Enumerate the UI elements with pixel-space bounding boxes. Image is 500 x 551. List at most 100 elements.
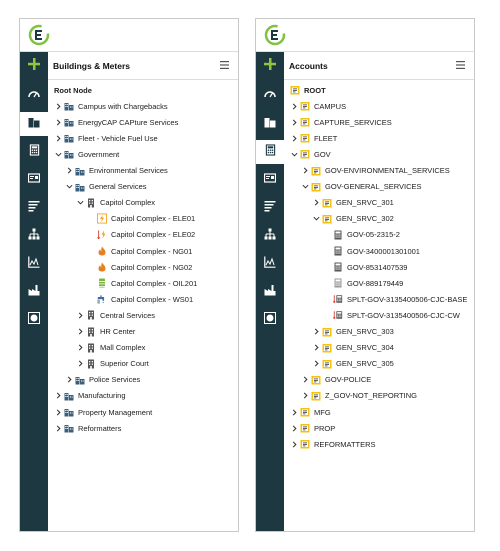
chevron-right-icon[interactable] [54, 134, 62, 142]
chevron-right-icon[interactable] [312, 328, 320, 336]
tree-node[interactable]: Central Services [48, 307, 238, 323]
nav-org-chart-button[interactable] [20, 224, 48, 248]
tree-node[interactable]: General Services [48, 179, 238, 195]
chevron-right-icon[interactable] [76, 311, 84, 319]
tree-node[interactable]: Capitol Complex - WS01 [48, 291, 238, 307]
tree-node[interactable]: REFORMATTERS [284, 436, 474, 452]
tree-node[interactable]: GEN_SRVC_302 [284, 211, 474, 227]
chevron-down-icon[interactable] [301, 183, 309, 191]
tree-node[interactable]: GOV-POLICE [284, 372, 474, 388]
chevron-right-icon[interactable] [290, 134, 298, 142]
tree-node[interactable]: Government [48, 146, 238, 162]
nav-globe-button[interactable] [256, 308, 284, 332]
chevron-right-icon[interactable] [54, 392, 62, 400]
energycap-logo-icon[interactable] [264, 24, 286, 46]
tree-node[interactable]: Capitol Complex - OIL201 [48, 275, 238, 291]
nav-reports-button[interactable] [20, 196, 48, 220]
tree-node[interactable]: GOV [284, 146, 474, 162]
nav-calculator-nav-button[interactable] [20, 140, 48, 164]
chevron-right-icon[interactable] [54, 424, 62, 432]
tree-node[interactable]: ROOT [284, 82, 474, 98]
nav-dashboard-button[interactable] [256, 84, 284, 108]
nav-bill-button[interactable] [256, 168, 284, 192]
tree-node[interactable]: Fleet - Vehicle Fuel Use [48, 130, 238, 146]
chevron-down-icon[interactable] [290, 150, 298, 158]
tree-node[interactable]: Superior Court [48, 356, 238, 372]
chevron-right-icon[interactable] [54, 408, 62, 416]
tree-node[interactable]: GOV-8531407539 [284, 259, 474, 275]
chevron-right-icon[interactable] [301, 376, 309, 384]
nav-chart-button[interactable] [20, 252, 48, 276]
tree-node[interactable]: GOV-889179449 [284, 275, 474, 291]
tree-node[interactable]: GEN_SRVC_301 [284, 195, 474, 211]
tree-node[interactable]: GEN_SRVC_304 [284, 340, 474, 356]
chevron-right-icon[interactable] [290, 408, 298, 416]
nav-add-button[interactable] [20, 54, 48, 78]
nav-reports-button[interactable] [256, 196, 284, 220]
chevron-right-icon[interactable] [312, 360, 320, 368]
nav-factory-button[interactable] [256, 280, 284, 304]
tree-node[interactable]: CAPTURE_SERVICES [284, 114, 474, 130]
nav-buildings-nav-button[interactable] [20, 112, 48, 136]
chevron-down-icon[interactable] [54, 150, 62, 158]
tree-node[interactable]: Environmental Services [48, 163, 238, 179]
chevron-right-icon[interactable] [76, 360, 84, 368]
tree-node[interactable]: HR Center [48, 324, 238, 340]
tree-node[interactable]: Campus with Chargebacks [48, 98, 238, 114]
tree-node[interactable]: FLEET [284, 130, 474, 146]
chevron-right-icon[interactable] [54, 118, 62, 126]
tree-node[interactable]: GOV-GENERAL_SERVICES [284, 179, 474, 195]
tree-node[interactable]: SPLT-GOV-3135400506-CJC-BASE [284, 291, 474, 307]
nav-chart-button[interactable] [256, 252, 284, 276]
chevron-down-icon[interactable] [76, 199, 84, 207]
chevron-right-icon[interactable] [290, 118, 298, 126]
tree-node[interactable]: Root Node [48, 82, 238, 98]
tree-node[interactable]: GOV-3400001301001 [284, 243, 474, 259]
energycap-logo-icon[interactable] [28, 24, 50, 46]
tree-node[interactable]: EnergyCAP CAPture Services [48, 114, 238, 130]
tree-node[interactable]: CAMPUS [284, 98, 474, 114]
chevron-right-icon[interactable] [290, 424, 298, 432]
menu-icon[interactable] [220, 61, 229, 69]
nav-bill-button[interactable] [20, 168, 48, 192]
tree-node[interactable]: SPLT-GOV-3135400506-CJC-CW [284, 307, 474, 323]
nav-dashboard-button[interactable] [20, 84, 48, 108]
chevron-right-icon[interactable] [312, 199, 320, 207]
chevron-right-icon[interactable] [54, 102, 62, 110]
tree-node[interactable]: Capitol Complex - ELE02 [48, 227, 238, 243]
tree-node[interactable]: Capitol Complex - ELE01 [48, 211, 238, 227]
chevron-right-icon[interactable] [65, 376, 73, 384]
tree-node[interactable]: Manufacturing [48, 388, 238, 404]
nav-org-chart-button[interactable] [256, 224, 284, 248]
chevron-right-icon[interactable] [301, 392, 309, 400]
tree-node[interactable]: Reformatters [48, 420, 238, 436]
tree-node[interactable]: PROP [284, 420, 474, 436]
tree-node[interactable]: GOV-ENVIRONMENTAL_SERVICES [284, 163, 474, 179]
chevron-right-icon[interactable] [290, 440, 298, 448]
chevron-down-icon[interactable] [65, 183, 73, 191]
nav-globe-button[interactable] [20, 308, 48, 332]
chevron-right-icon[interactable] [65, 167, 73, 175]
tree-node[interactable]: Police Services [48, 372, 238, 388]
menu-icon[interactable] [456, 61, 465, 69]
chevron-right-icon[interactable] [290, 102, 298, 110]
nav-add-button[interactable] [256, 54, 284, 78]
tree-node[interactable]: Mall Complex [48, 340, 238, 356]
nav-calculator-nav-button[interactable] [256, 140, 284, 164]
chevron-right-icon[interactable] [301, 167, 309, 175]
tree-node[interactable]: Capitol Complex [48, 195, 238, 211]
tree-node[interactable]: Capitol Complex - NG01 [48, 243, 238, 259]
tree-node[interactable]: Capitol Complex - NG02 [48, 259, 238, 275]
tree-node[interactable]: Z_GOV-NOT_REPORTING [284, 388, 474, 404]
tree-node[interactable]: MFG [284, 404, 474, 420]
chevron-down-icon[interactable] [312, 215, 320, 223]
chevron-right-icon[interactable] [76, 328, 84, 336]
tree-node[interactable]: GOV-05-2315-2 [284, 227, 474, 243]
tree-node[interactable]: Property Management [48, 404, 238, 420]
tree-node[interactable]: GEN_SRVC_305 [284, 356, 474, 372]
nav-factory-button[interactable] [20, 280, 48, 304]
tree-node[interactable]: GEN_SRVC_303 [284, 324, 474, 340]
nav-buildings-nav-button[interactable] [256, 112, 284, 136]
chevron-right-icon[interactable] [76, 344, 84, 352]
chevron-right-icon[interactable] [312, 344, 320, 352]
